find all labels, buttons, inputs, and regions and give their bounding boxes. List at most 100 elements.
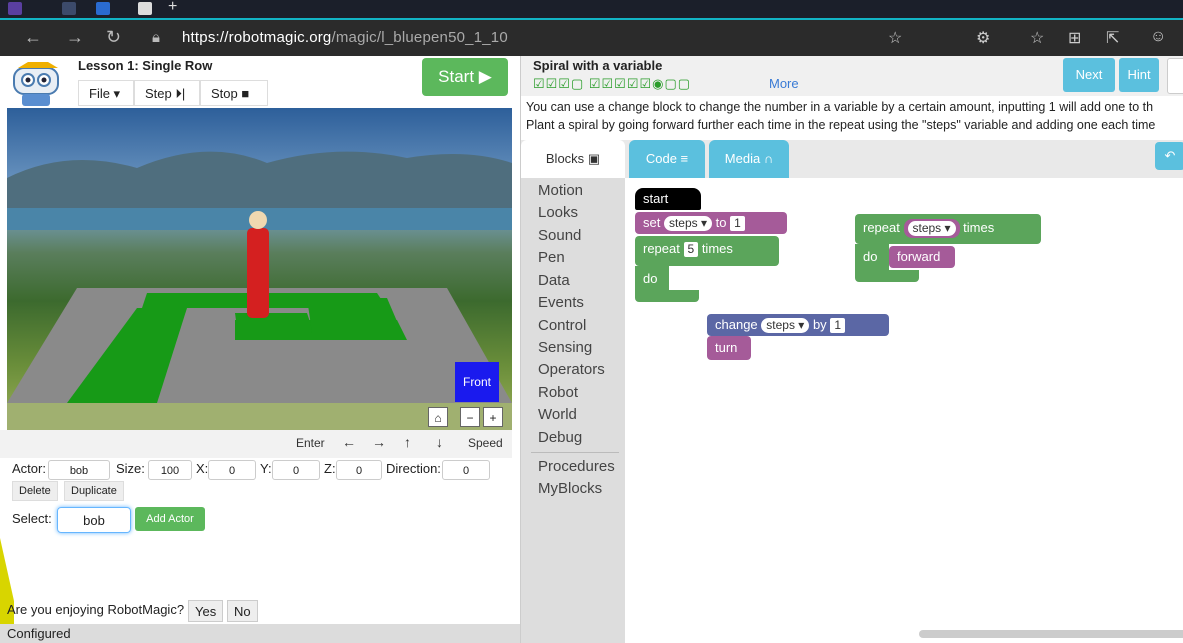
delete-button[interactable]: Delete <box>12 481 58 501</box>
feedback-no-button[interactable]: No <box>227 600 258 622</box>
select-actor-input[interactable]: bob <box>57 507 131 533</box>
collections-icon[interactable]: ⊞ <box>1068 28 1081 48</box>
forward-icon[interactable]: → <box>66 27 84 48</box>
url-base: https://robotmagic.org <box>182 29 332 46</box>
tab-icon[interactable] <box>8 2 22 15</box>
right-arrow-icon[interactable]: → <box>372 434 386 450</box>
set-variable-block[interactable]: set steps ▾ to 1 <box>635 212 787 234</box>
steps-variable-reporter[interactable]: steps ▾ <box>903 219 960 238</box>
description-line: You can use a change block to change the… <box>526 100 1154 114</box>
url-path: /magic/l_bluepen50_1_10 <box>331 29 508 46</box>
category-data[interactable]: Data <box>538 272 570 289</box>
variable-dropdown[interactable]: steps ▾ <box>761 318 810 333</box>
to-label: to <box>715 215 727 230</box>
favorites-icon[interactable]: ☆ <box>1030 28 1044 48</box>
x-input[interactable]: 0 <box>208 460 256 480</box>
block-categories: Motion Looks Sound Pen Data Events Contr… <box>521 178 625 643</box>
change-variable-block[interactable]: change steps ▾ by 1 <box>707 314 889 336</box>
next-button[interactable]: Next <box>1063 58 1115 92</box>
category-control[interactable]: Control <box>538 317 586 334</box>
zoom-out-icon[interactable]: − <box>460 407 480 427</box>
up-arrow-icon[interactable]: ↑ <box>404 434 411 450</box>
progress-indicators[interactable]: ☑☑☑▢ ☑☑☑☑☑◉▢▢ <box>533 76 691 92</box>
simulator-panel: Lesson 1: Single Row File ▾ Step ⏵| Stop… <box>0 56 520 643</box>
duplicate-button[interactable]: Duplicate <box>64 481 124 501</box>
category-pen[interactable]: Pen <box>538 249 565 266</box>
change-value-input[interactable]: 1 <box>830 318 845 333</box>
change-label: change <box>715 317 758 332</box>
refresh-icon[interactable]: ↻ <box>106 27 121 48</box>
tab-icon[interactable] <box>96 2 110 15</box>
3d-scene-viewport[interactable]: Front ⌂ − + <box>7 108 512 430</box>
category-events[interactable]: Events <box>538 294 584 311</box>
times-label: times <box>963 220 995 235</box>
block-workspace[interactable]: start set steps ▾ to 1 repeat 5 times do… <box>625 178 1183 643</box>
extra-button[interactable] <box>1167 58 1183 94</box>
direction-input[interactable]: 0 <box>442 460 490 480</box>
forward-label: forward <box>897 249 941 264</box>
category-myblocks[interactable]: MyBlocks <box>538 480 602 497</box>
category-sound[interactable]: Sound <box>538 227 581 244</box>
new-tab-icon[interactable]: + <box>168 0 177 16</box>
favorite-star-icon[interactable]: ☆ <box>888 28 902 48</box>
z-input[interactable]: 0 <box>336 460 382 480</box>
zoom-in-icon[interactable]: + <box>483 407 503 427</box>
browser-tab-bar: + <box>0 0 1183 20</box>
image-icon: ▣ <box>587 151 601 166</box>
start-button[interactable]: Start ▶ <box>422 58 508 96</box>
variable-dropdown[interactable]: steps ▾ <box>663 216 713 231</box>
set-block-label: set <box>643 215 661 230</box>
feedback-yes-button[interactable]: Yes <box>188 600 224 622</box>
active-tab-icon[interactable] <box>138 2 152 15</box>
category-motion[interactable]: Motion <box>538 182 583 199</box>
undo-icon[interactable]: ↶ <box>1155 142 1183 170</box>
do-label: do <box>863 249 878 264</box>
profile-icon[interactable]: ☺ <box>1150 28 1166 46</box>
stop-button[interactable]: Stop ■ <box>200 80 268 106</box>
direction-label: Direction: <box>386 461 441 476</box>
z-label: Z: <box>324 461 336 476</box>
front-view-cube[interactable]: Front <box>455 362 499 402</box>
category-procedures[interactable]: Procedures <box>538 458 615 475</box>
turn-block[interactable]: turn <box>707 336 751 360</box>
down-arrow-icon[interactable]: ↓ <box>436 434 443 450</box>
tab-code-label: Code <box>645 151 677 166</box>
forward-block[interactable]: forward <box>889 246 955 268</box>
actor-name-input[interactable]: bob <box>48 460 110 480</box>
repeat-count-input[interactable]: 5 <box>683 242 699 257</box>
hint-button[interactable]: Hint <box>1119 58 1159 92</box>
task-header: Spiral with a variable ☑☑☑▢ ☑☑☑☑☑◉▢▢ Mor… <box>521 56 1183 96</box>
more-link[interactable]: More <box>769 76 799 91</box>
y-input[interactable]: 0 <box>272 460 320 480</box>
workspace-scrollbar[interactable] <box>919 630 1183 638</box>
step-button[interactable]: Step ⏵| <box>134 80 200 106</box>
repeat-block[interactable]: repeat 5 times <box>635 236 779 266</box>
category-robot[interactable]: Robot <box>538 384 578 401</box>
home-view-icon[interactable]: ⌂ <box>428 407 448 427</box>
left-arrow-icon[interactable]: ← <box>342 434 356 450</box>
extension-icon[interactable]: ⚙ <box>976 28 990 48</box>
file-menu-button[interactable]: File ▾ <box>78 80 134 106</box>
category-operators[interactable]: Operators <box>538 361 605 378</box>
tab-media[interactable]: Media ∩ <box>709 140 789 178</box>
tab-icon[interactable] <box>62 2 76 15</box>
repeat-block-bottom <box>635 290 699 302</box>
address-bar: ← → ↻ 🔒︎ https://robotmagic.org/magic/l_… <box>0 20 1183 56</box>
set-value-input[interactable]: 1 <box>730 216 745 231</box>
repeat-steps-block[interactable]: repeat steps ▾ times <box>855 214 1041 244</box>
tab-blocks[interactable]: Blocks ▣ <box>521 140 625 178</box>
tab-code[interactable]: Code ≡ <box>629 140 705 178</box>
category-looks[interactable]: Looks <box>538 204 578 221</box>
add-actor-button[interactable]: Add Actor <box>135 507 205 531</box>
enter-key-button[interactable]: Enter <box>296 436 325 450</box>
category-world[interactable]: World <box>538 406 577 423</box>
share-icon[interactable]: ⇱ <box>1106 28 1119 48</box>
speed-button[interactable]: Speed <box>468 436 503 450</box>
size-input[interactable]: 100 <box>148 460 192 480</box>
by-label: by <box>812 317 827 332</box>
back-icon[interactable]: ← <box>24 27 42 48</box>
url-field[interactable]: https://robotmagic.org/magic/l_bluepen50… <box>182 29 508 46</box>
category-sensing[interactable]: Sensing <box>538 339 592 356</box>
start-block[interactable]: start <box>635 188 701 210</box>
category-debug[interactable]: Debug <box>538 429 582 446</box>
